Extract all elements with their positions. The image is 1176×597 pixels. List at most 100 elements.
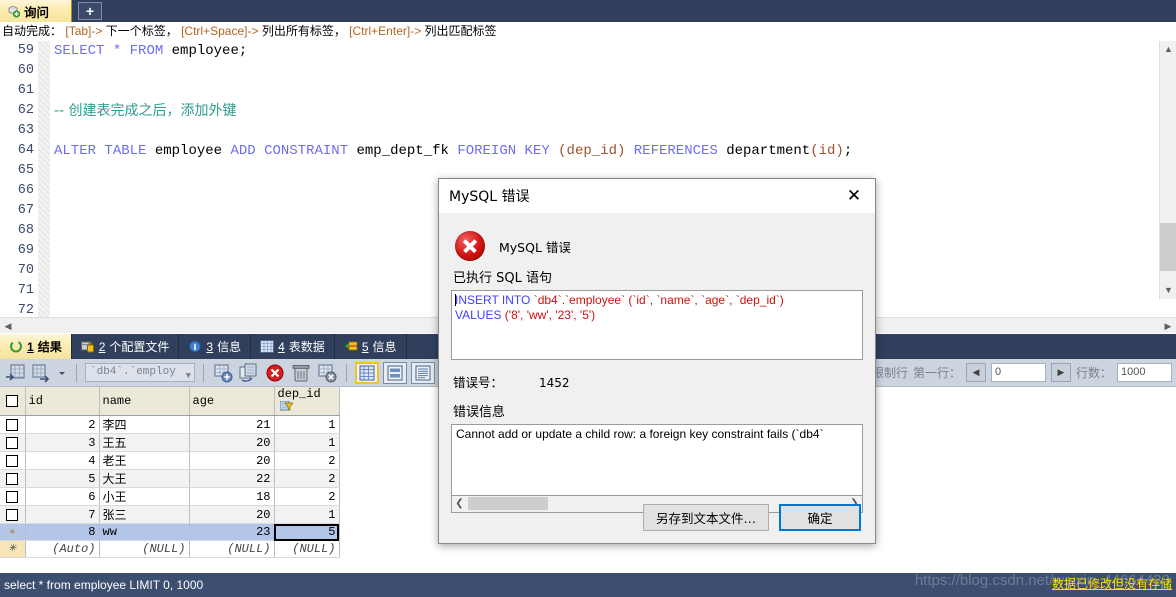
cell-age[interactable]: 20	[189, 505, 275, 524]
row-select-cell[interactable]	[0, 487, 26, 506]
cell-name[interactable]: 大王	[99, 469, 190, 488]
import-grid-icon[interactable]	[4, 362, 26, 384]
code-line[interactable]	[50, 81, 1176, 101]
insert-cell-dep_id[interactable]: (NULL)	[274, 540, 340, 558]
cell-name[interactable]: 老王	[99, 451, 190, 470]
code-line[interactable]: -- 创建表完成之后，添加外键	[50, 101, 1176, 121]
new-tab-button[interactable]: +	[78, 2, 102, 20]
cell-dep_id[interactable]: 1	[274, 415, 340, 434]
add-row-icon[interactable]	[212, 362, 234, 384]
cell-age[interactable]: 21	[189, 415, 275, 434]
view-mode-form-button[interactable]	[383, 361, 407, 384]
row-checkbox[interactable]	[6, 418, 19, 431]
cell-age[interactable]: 18	[189, 487, 275, 506]
tab-query[interactable]: 询问	[0, 0, 72, 22]
ok-button[interactable]: 确定	[779, 503, 861, 531]
cell-name[interactable]: 李四	[99, 415, 190, 434]
row-select-cell[interactable]	[0, 415, 26, 434]
result-tab-5[interactable]: 5 信息	[335, 334, 407, 359]
table-row[interactable]: 5 大王 22 2	[0, 469, 340, 488]
select-all-checkbox[interactable]	[6, 395, 19, 407]
result-tab-3[interactable]: 3 信息	[179, 334, 252, 359]
refresh-grid-icon[interactable]	[316, 362, 338, 384]
cell-dep_id[interactable]: 1	[274, 433, 340, 452]
column-header-dep-id[interactable]: dep_id	[274, 387, 340, 416]
column-header-id[interactable]: id	[25, 387, 100, 416]
cell-id[interactable]: 8	[25, 523, 100, 541]
row-select-cell[interactable]: ✳	[0, 523, 26, 541]
cell-dep_id[interactable]: 2	[274, 487, 340, 506]
delete-row-icon[interactable]	[264, 362, 286, 384]
row-checkbox[interactable]	[6, 472, 19, 485]
insert-row-marker[interactable]: ✳	[0, 540, 26, 558]
cell-age[interactable]: 20	[189, 451, 275, 470]
code-line[interactable]: SELECT * FROM employee;	[50, 41, 1176, 61]
row-checkbox[interactable]	[6, 508, 19, 521]
cell-id[interactable]: 5	[25, 469, 100, 488]
row-checkbox[interactable]	[6, 436, 19, 449]
view-mode-grid-button[interactable]	[355, 361, 379, 384]
cell-dep_id[interactable]: 5	[274, 523, 340, 541]
column-header-age[interactable]: age	[189, 387, 275, 416]
editor-vertical-scrollbar[interactable]: ▲ ▼	[1159, 41, 1176, 299]
chevron-down-icon[interactable]	[56, 362, 68, 384]
code-line[interactable]	[50, 61, 1176, 81]
code-line[interactable]	[50, 121, 1176, 141]
cell-name[interactable]: 王五	[99, 433, 190, 452]
cell-name[interactable]: 小王	[99, 487, 190, 506]
view-mode-text-button[interactable]	[411, 361, 435, 384]
insert-cell-id[interactable]: (Auto)	[25, 540, 100, 558]
close-icon[interactable]: ✕	[833, 179, 875, 213]
cell-dep_id[interactable]: 2	[274, 469, 340, 488]
table-row[interactable]: 6 小王 18 2	[0, 487, 340, 506]
executed-sql-box[interactable]: INSERT INTO `db4`.`employee` (`id`, `nam…	[451, 290, 863, 360]
table-selector[interactable]: `db4`.`employ ▼	[85, 363, 195, 382]
row-select-cell[interactable]	[0, 469, 26, 488]
cell-name[interactable]: 张三	[99, 505, 190, 524]
trash-icon[interactable]	[290, 362, 312, 384]
cell-dep_id[interactable]: 2	[274, 451, 340, 470]
first-row-decrement-button[interactable]: ◀	[965, 363, 986, 382]
filter-icon[interactable]	[279, 400, 294, 412]
first-row-input[interactable]: 0	[990, 363, 1046, 382]
table-row[interactable]: 4 老王 20 2	[0, 451, 340, 470]
scroll-right-icon[interactable]: ▶	[1160, 318, 1176, 334]
scroll-left-icon[interactable]: ◀	[0, 318, 16, 334]
scroll-up-icon[interactable]: ▲	[1160, 41, 1176, 58]
cell-id[interactable]: 2	[25, 415, 100, 434]
table-row[interactable]: 2 李四 21 1	[0, 415, 340, 434]
row-select-cell[interactable]	[0, 505, 26, 524]
scroll-down-icon[interactable]: ▼	[1160, 282, 1176, 299]
result-tab-1[interactable]: 1 结果	[0, 334, 72, 359]
row-checkbox[interactable]	[6, 490, 19, 503]
cell-id[interactable]: 3	[25, 433, 100, 452]
table-insert-row[interactable]: ✳ (Auto) (NULL) (NULL) (NULL)	[0, 540, 340, 558]
table-row[interactable]: 3 王五 20 1	[0, 433, 340, 452]
insert-cell-age[interactable]: (NULL)	[189, 540, 275, 558]
cell-age[interactable]: 20	[189, 433, 275, 452]
row-select-cell[interactable]	[0, 451, 26, 470]
export-grid-icon[interactable]	[30, 362, 52, 384]
row-checkbox[interactable]	[6, 454, 19, 467]
error-message-box[interactable]: Cannot add or update a child row: a fore…	[451, 424, 863, 496]
insert-cell-name[interactable]: (NULL)	[99, 540, 190, 558]
code-line[interactable]: ALTER TABLE employee ADD CONSTRAINT emp_…	[50, 141, 1176, 161]
row-count-input[interactable]: 1000	[1117, 363, 1172, 382]
table-row[interactable]: ✳ 8 ww 23 5	[0, 523, 340, 541]
save-to-text-file-button[interactable]: 另存到文本文件…	[642, 503, 769, 531]
cell-dep_id[interactable]: 1	[274, 505, 340, 524]
cell-id[interactable]: 7	[25, 505, 100, 524]
row-select-cell[interactable]	[0, 433, 26, 452]
cell-age[interactable]: 23	[189, 523, 275, 541]
column-header-name[interactable]: name	[99, 387, 190, 416]
duplicate-row-icon[interactable]	[238, 362, 260, 384]
result-tab-4[interactable]: 4 表数据	[251, 334, 335, 359]
cell-id[interactable]: 6	[25, 487, 100, 506]
cell-age[interactable]: 22	[189, 469, 275, 488]
select-all-header[interactable]	[0, 387, 26, 416]
result-tab-2[interactable]: 2 个配置文件	[72, 334, 180, 359]
first-row-increment-button[interactable]: ▶	[1050, 363, 1071, 382]
vertical-scroll-thumb[interactable]	[1160, 223, 1176, 271]
cell-id[interactable]: 4	[25, 451, 100, 470]
cell-name[interactable]: ww	[99, 523, 190, 541]
